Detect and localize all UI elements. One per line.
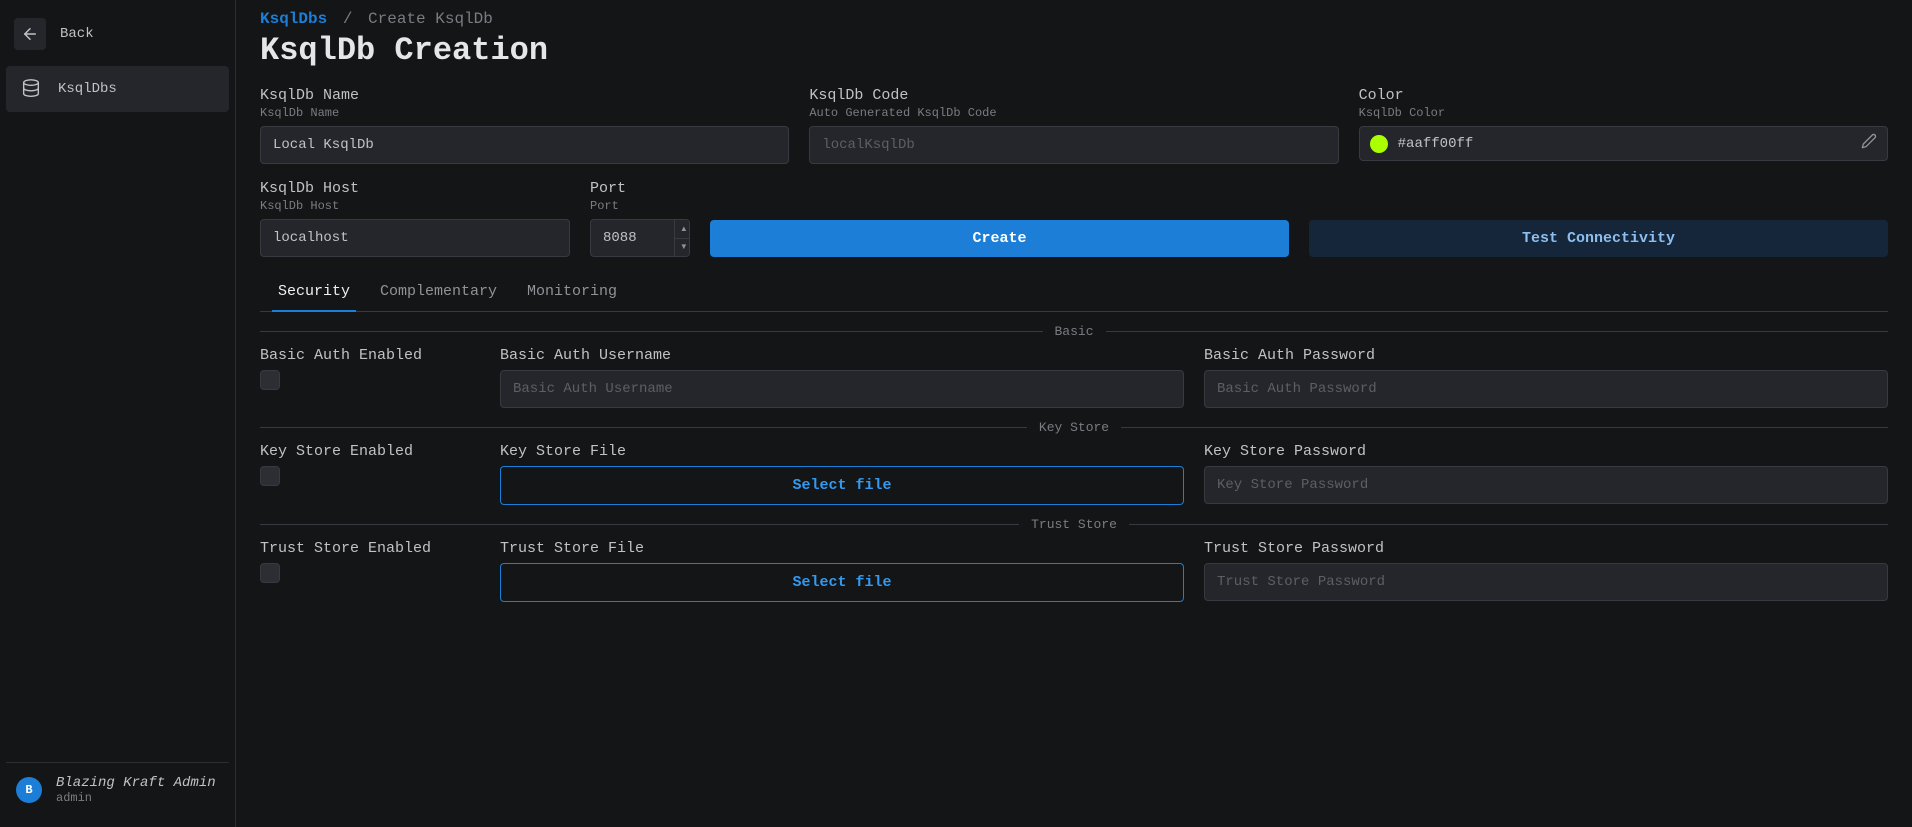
keystore-password-input[interactable] (1204, 466, 1888, 504)
user-display-name: Blazing Kraft Admin (56, 775, 216, 791)
name-sublabel: KsqlDb Name (260, 106, 789, 120)
avatar: B (16, 777, 42, 803)
color-label: Color (1359, 87, 1888, 104)
truststore-password-label: Trust Store Password (1204, 540, 1888, 557)
sidebar-back-label: Back (60, 26, 94, 42)
breadcrumb-parent-link[interactable]: KsqlDbs (260, 10, 327, 28)
arrow-left-icon (14, 18, 46, 50)
main-content: KsqlDbs / Create KsqlDb KsqlDb Creation … (236, 0, 1912, 827)
divider-basic: Basic (260, 324, 1888, 339)
truststore-enabled-label: Trust Store Enabled (260, 540, 480, 557)
sidebar: Back KsqlDbs B Blazing Kraft Admin admin (0, 0, 236, 827)
user-info: Blazing Kraft Admin admin (56, 775, 216, 805)
keystore-enabled-checkbox[interactable] (260, 466, 280, 486)
code-label: KsqlDb Code (809, 87, 1338, 104)
field-ksqldb-color: Color KsqlDb Color (1359, 87, 1888, 164)
field-truststore-file: Trust Store File Select file (500, 540, 1184, 602)
sidebar-item-label: KsqlDbs (58, 81, 117, 97)
basic-username-input[interactable] (500, 370, 1184, 408)
divider-keystore: Key Store (260, 420, 1888, 435)
page-title: KsqlDb Creation (260, 32, 1888, 69)
code-input (809, 126, 1338, 164)
basic-password-input[interactable] (1204, 370, 1888, 408)
field-truststore-enabled: Trust Store Enabled (260, 540, 480, 602)
port-sublabel: Port (590, 199, 690, 213)
truststore-password-input[interactable] (1204, 563, 1888, 601)
create-button[interactable]: Create (710, 220, 1289, 257)
pencil-icon[interactable] (1861, 133, 1877, 154)
divider-truststore: Trust Store (260, 517, 1888, 532)
port-step-up[interactable]: ▲ (675, 220, 690, 239)
basic-password-label: Basic Auth Password (1204, 347, 1888, 364)
field-ksqldb-host: KsqlDb Host KsqlDb Host (260, 180, 570, 257)
name-input[interactable] (260, 126, 789, 164)
field-basic-auth-username: Basic Auth Username (500, 347, 1184, 408)
breadcrumb-sep: / (343, 10, 353, 28)
sidebar-item-ksqldbs[interactable]: KsqlDbs (6, 66, 229, 112)
host-label: KsqlDb Host (260, 180, 570, 197)
breadcrumb: KsqlDbs / Create KsqlDb (260, 10, 1888, 28)
truststore-file-label: Trust Store File (500, 540, 1184, 557)
sidebar-back-button[interactable]: Back (6, 10, 229, 58)
tab-monitoring[interactable]: Monitoring (521, 273, 623, 312)
port-label: Port (590, 180, 690, 197)
host-input[interactable] (260, 219, 570, 257)
basic-enabled-checkbox[interactable] (260, 370, 280, 390)
field-basic-auth-password: Basic Auth Password (1204, 347, 1888, 408)
color-input[interactable] (1398, 136, 1851, 152)
port-step-down[interactable]: ▼ (675, 239, 690, 257)
field-ksqldb-port: Port Port ▲ ▼ (590, 180, 690, 257)
color-input-wrapper[interactable] (1359, 126, 1888, 161)
keystore-enabled-label: Key Store Enabled (260, 443, 480, 460)
field-ksqldb-code: KsqlDb Code Auto Generated KsqlDb Code (809, 87, 1338, 164)
user-username: admin (56, 791, 216, 805)
keystore-file-label: Key Store File (500, 443, 1184, 460)
truststore-enabled-checkbox[interactable] (260, 563, 280, 583)
truststore-select-file-button[interactable]: Select file (500, 563, 1184, 602)
tabs: Security Complementary Monitoring (260, 273, 1888, 312)
host-sublabel: KsqlDb Host (260, 199, 570, 213)
field-keystore-enabled: Key Store Enabled (260, 443, 480, 505)
field-basic-auth-enabled: Basic Auth Enabled (260, 347, 480, 408)
keystore-password-label: Key Store Password (1204, 443, 1888, 460)
field-keystore-file: Key Store File Select file (500, 443, 1184, 505)
field-ksqldb-name: KsqlDb Name KsqlDb Name (260, 87, 789, 164)
tab-complementary[interactable]: Complementary (374, 273, 503, 312)
color-sublabel: KsqlDb Color (1359, 106, 1888, 120)
keystore-select-file-button[interactable]: Select file (500, 466, 1184, 505)
basic-username-label: Basic Auth Username (500, 347, 1184, 364)
sidebar-user[interactable]: B Blazing Kraft Admin admin (6, 762, 229, 817)
breadcrumb-current: Create KsqlDb (368, 10, 493, 28)
test-connectivity-button[interactable]: Test Connectivity (1309, 220, 1888, 257)
basic-enabled-label: Basic Auth Enabled (260, 347, 480, 364)
color-swatch-icon (1370, 135, 1388, 153)
name-label: KsqlDb Name (260, 87, 789, 104)
field-keystore-password: Key Store Password (1204, 443, 1888, 505)
field-truststore-password: Trust Store Password (1204, 540, 1888, 602)
port-input[interactable] (590, 219, 674, 257)
code-sublabel: Auto Generated KsqlDb Code (809, 106, 1338, 120)
database-icon (18, 76, 44, 102)
port-stepper: ▲ ▼ (674, 219, 690, 257)
tab-security[interactable]: Security (272, 273, 356, 312)
